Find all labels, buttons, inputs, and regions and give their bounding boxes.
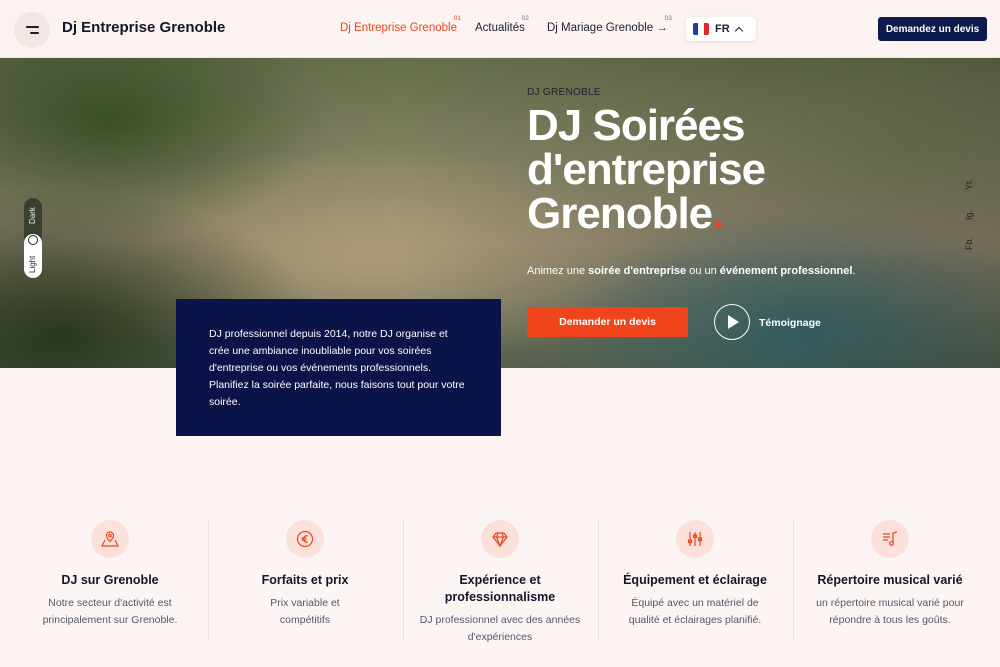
feature-forfaits: Forfaits et prix Prix variable et compét… [207,520,403,629]
testimonial-link[interactable]: Témoignage [759,317,821,329]
request-quote-button[interactable]: Demandez un devis [878,17,987,41]
hero-subtitle: Animez une soirée d'entreprise ou un évé… [527,265,856,277]
theme-toggle[interactable]: Dark Light [24,198,42,278]
language-label: FR [715,23,730,35]
feature-title: DJ sur Grenoble [61,573,159,587]
social-links: Yt. Ig. Fb. [962,170,976,330]
feature-equipement: Équipement et éclairage Équipé avec un m… [597,520,793,629]
nav-number: 01 [453,15,461,22]
nav-dj-entreprise[interactable]: Dj Entreprise Grenoble 01 [340,15,461,34]
feature-text: Équipé avec un matériel de qualité et éc… [628,597,762,626]
chevron-up-icon [734,26,743,35]
features-section: DJ sur Grenoble Notre secteur d'activité… [0,468,1000,667]
music-note-icon [883,531,898,546]
nav-actualites[interactable]: Actualités 02 [475,15,529,34]
diamond-icon [492,532,508,548]
feature-experience: Expérience et professionnalisme DJ profe… [402,520,598,646]
youtube-link[interactable]: Yt. [964,179,974,190]
play-icon [728,315,739,329]
feature-text: Notre secteur d'activité est principalem… [42,597,178,626]
intro-box: DJ professionnel depuis 2014, notre DJ o… [176,299,501,436]
hero-quote-button[interactable]: Demander un devis [527,307,688,337]
feature-title: Forfaits et prix [261,573,349,587]
play-button[interactable] [714,304,750,340]
sun-icon [28,235,38,245]
light-label: Light [28,255,37,273]
nav-number: 03 [664,15,672,22]
menu-button[interactable] [14,12,50,48]
menu-icon [25,26,39,28]
feature-title: Équipement et éclairage [623,573,767,587]
language-selector[interactable]: FR [686,17,756,41]
feature-dj-grenoble: DJ sur Grenoble Notre secteur d'activité… [12,520,208,629]
feature-title: Expérience et professionnalisme [444,573,556,604]
site-header: Dj Entreprise Grenoble Dj Entreprise Gre… [0,0,1000,58]
sliders-icon [687,532,703,546]
instagram-link[interactable]: Ig. [964,210,974,220]
nav-dj-mariage[interactable]: Dj Mariage Grenoble → 03 [547,15,672,34]
hero-title: DJ Soirées d'entreprise Grenoble. [527,101,766,238]
feature-text: DJ professionnel avec des années d'expér… [419,614,581,643]
brand-name[interactable]: Dj Entreprise Grenoble [62,19,225,36]
feature-title: Répertoire musical varié [817,573,963,587]
intro-text: DJ professionnel depuis 2014, notre DJ o… [209,328,465,408]
euro-icon [296,530,314,548]
map-icon [101,531,119,547]
nav-number: 02 [521,15,529,22]
hero-eyebrow: DJ GRENOBLE [527,87,601,98]
french-flag-icon [693,23,709,35]
facebook-link[interactable]: Fb. [964,237,974,250]
feature-text: un répertoire musical varié pour répondr… [816,597,964,626]
dark-label: Dark [28,207,37,224]
feature-text: Prix variable et compétitifs [270,597,340,626]
feature-repertoire: Répertoire musical varié un répertoire m… [792,520,988,629]
